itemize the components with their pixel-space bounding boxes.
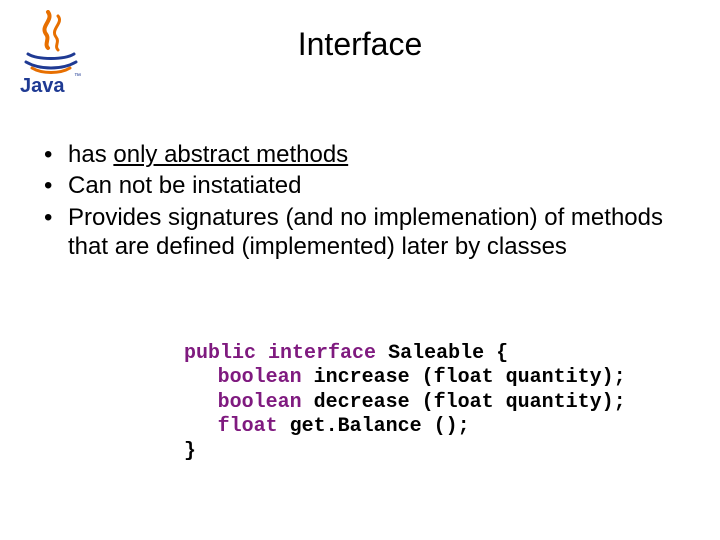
svg-text:™: ™ xyxy=(74,73,81,80)
code-kw-public: public xyxy=(184,342,256,365)
code-rest: decrease (float quantity); xyxy=(314,391,626,414)
code-block: public interface Saleable { boolean incr… xyxy=(184,342,626,464)
bullet-item: Can not be instatiated xyxy=(38,171,686,200)
code-type: float xyxy=(218,415,278,438)
slide: Java ™ Interface has only abstract metho… xyxy=(0,0,720,540)
java-logo-text: Java xyxy=(20,75,65,96)
code-rest: increase (float quantity); xyxy=(314,366,626,389)
bullet-text-underlined: only abstract methods xyxy=(113,141,348,168)
slide-title: Interface xyxy=(0,26,720,63)
code-classname: Saleable xyxy=(388,342,484,365)
code-type: boolean xyxy=(218,391,302,414)
bullet-text-prefix: Provides signatures (and no implemenatio… xyxy=(68,204,663,260)
code-brace-open: { xyxy=(496,342,508,365)
bullet-item: Provides signatures (and no implemenatio… xyxy=(38,203,686,262)
code-kw-interface: interface xyxy=(268,342,376,365)
bullet-text-prefix: Can not be instatiated xyxy=(68,172,302,199)
code-brace-close: } xyxy=(184,440,196,463)
code-type: boolean xyxy=(218,366,302,389)
bullet-list: has only abstract methods Can not be ins… xyxy=(38,140,686,263)
bullet-text-prefix: has xyxy=(68,141,113,168)
bullet-item: has only abstract methods xyxy=(38,140,686,169)
code-rest: get.Balance (); xyxy=(290,415,470,438)
